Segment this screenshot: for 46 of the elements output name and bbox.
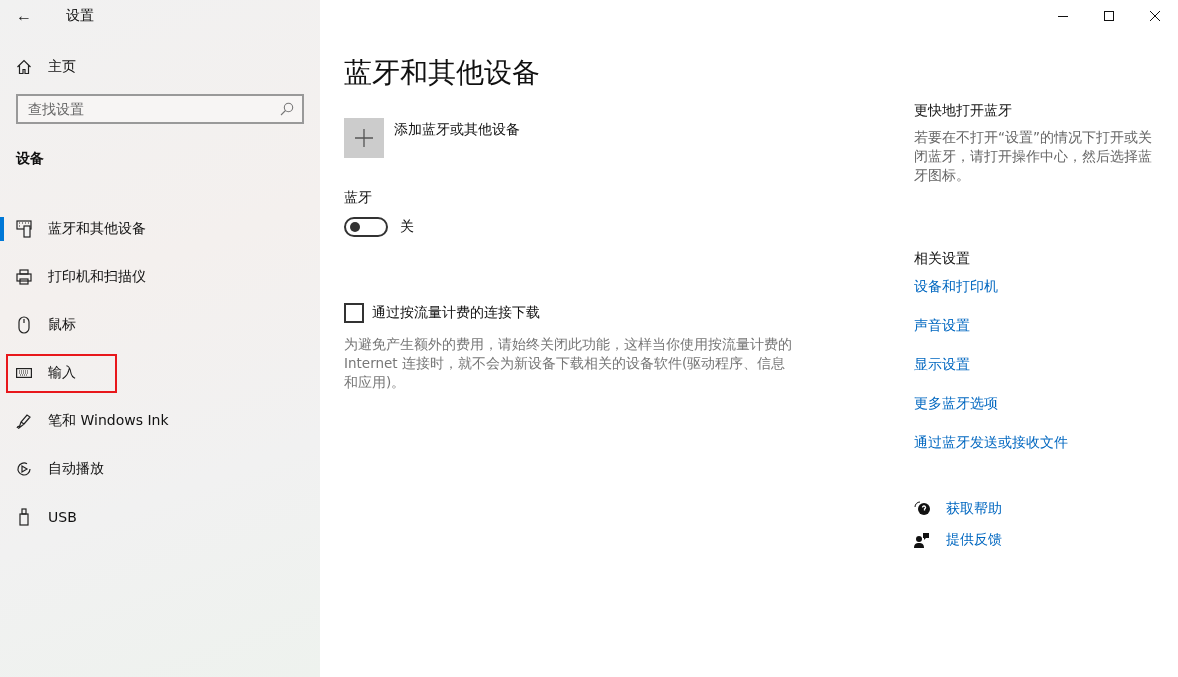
- support-link[interactable]: 获取帮助: [946, 499, 1002, 518]
- devices-icon: [16, 220, 32, 238]
- bluetooth-label: 蓝牙: [344, 189, 372, 207]
- checkbox-label[interactable]: 通过按流量计费的连接下载: [372, 304, 540, 322]
- page-title: 蓝牙和其他设备: [344, 55, 540, 91]
- sidebar-item[interactable]: 自动播放: [0, 445, 320, 493]
- add-device-button[interactable]: [344, 118, 384, 158]
- related-link[interactable]: 声音设置: [914, 316, 970, 335]
- keyboard-icon: [16, 368, 32, 378]
- sidebar-item[interactable]: 输入: [0, 349, 320, 397]
- minimize-icon: [1058, 15, 1068, 17]
- search-field[interactable]: 查找设置: [16, 94, 304, 124]
- autoplay-icon: [16, 461, 32, 477]
- related-link[interactable]: 通过蓝牙发送或接收文件: [914, 433, 1068, 452]
- home-link[interactable]: 主页: [16, 58, 76, 76]
- plus-icon: [355, 129, 373, 147]
- aside-text: 若要在不打开“设置”的情况下打开或关闭蓝牙，请打开操作中心，然后选择蓝牙图标。: [914, 128, 1153, 185]
- sidebar-item[interactable]: 笔和 Windows Ink: [0, 397, 320, 445]
- description-text: 为避免产生额外的费用，请始终关闭此功能，这样当你使用按流量计费的 Internet 连接时，就不会为新设备下载相关的设备软件(驱动程序、信息和应用)。: [344, 335, 793, 392]
- toggle-state-text: 关: [400, 218, 414, 236]
- sidebar-item[interactable]: 打印机和扫描仪: [0, 253, 320, 301]
- sidebar-item[interactable]: USB: [0, 493, 320, 541]
- back-button[interactable]: ←: [16, 7, 32, 25]
- aside-heading: 更快地打开蓝牙: [914, 102, 1012, 120]
- support-link[interactable]: 提供反馈: [946, 530, 1002, 549]
- close-icon: [1150, 11, 1160, 21]
- sidebar-item[interactable]: 蓝牙和其他设备: [0, 205, 320, 253]
- section-heading: 设备: [16, 150, 44, 168]
- metered-checkbox[interactable]: [344, 303, 364, 323]
- usb-icon: [19, 508, 29, 526]
- related-link[interactable]: 显示设置: [914, 355, 970, 374]
- related-link[interactable]: 更多蓝牙选项: [914, 394, 998, 413]
- add-device-label[interactable]: 添加蓝牙或其他设备: [394, 121, 520, 139]
- printer-icon: [16, 269, 32, 285]
- search-icon: [280, 102, 294, 116]
- related-heading: 相关设置: [914, 250, 970, 268]
- mouse-icon: [18, 316, 30, 334]
- help-chat-icon: [914, 500, 930, 517]
- maximize-icon: [1104, 11, 1114, 21]
- bluetooth-toggle[interactable]: [344, 217, 388, 237]
- feedback-icon: [914, 531, 930, 548]
- home-icon: [16, 59, 32, 75]
- pen-icon: [16, 413, 32, 429]
- window-title: 设置: [66, 7, 94, 25]
- related-link[interactable]: 设备和打印机: [914, 277, 998, 296]
- sidebar-item[interactable]: 鼠标: [0, 301, 320, 349]
